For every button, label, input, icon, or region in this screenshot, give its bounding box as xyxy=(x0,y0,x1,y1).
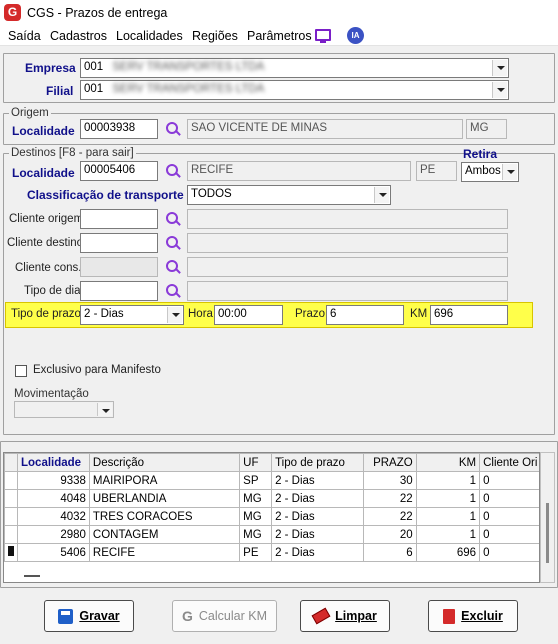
cliente-destino-name xyxy=(187,233,508,253)
cliente-origem-label: Cliente origem xyxy=(9,213,84,225)
horizontal-scrollbar[interactable] xyxy=(24,575,40,577)
filial-name: SERV TRANSPORTES LTDA xyxy=(112,83,265,95)
search-icon[interactable] xyxy=(165,121,181,137)
exclusivo-checkbox[interactable] xyxy=(15,365,27,377)
prazo-input[interactable]: 6 xyxy=(326,305,404,325)
col-uf[interactable]: UF xyxy=(239,453,273,472)
save-icon xyxy=(58,608,74,624)
search-icon[interactable] xyxy=(165,211,181,227)
table-row-selected[interactable]: 5406 RECIFE PE 2 - Dias 6 696 0 xyxy=(4,543,539,562)
cliente-cons-label: Cliente cons. xyxy=(15,262,82,274)
filial-label: Filial xyxy=(46,84,74,98)
table-row[interactable]: 2980 CONTAGEM MG 2 - Dias 20 1 0 xyxy=(4,525,539,544)
km-label: KM xyxy=(410,308,428,320)
ia-icon[interactable]: IA xyxy=(347,27,364,44)
empresa-label: Empresa xyxy=(25,61,76,75)
cliente-destino-label: Cliente destino xyxy=(7,237,84,249)
origem-title: Origem xyxy=(9,107,51,119)
km-input[interactable]: 696 xyxy=(430,305,508,325)
eraser-icon xyxy=(311,607,331,625)
trash-icon xyxy=(443,608,456,624)
chevron-down-icon[interactable] xyxy=(167,307,182,323)
tipo-dia-label: Tipo de dia xyxy=(24,285,81,297)
filial-select[interactable]: 001 SERV TRANSPORTES LTDA xyxy=(80,80,509,100)
tipo-dia-input[interactable] xyxy=(80,281,158,301)
menu-parametros[interactable]: Parâmetros xyxy=(247,29,312,43)
chevron-down-icon[interactable] xyxy=(492,60,507,76)
menu-saida[interactable]: Saída xyxy=(8,29,41,43)
search-icon[interactable] xyxy=(165,163,181,179)
row-selector-icon xyxy=(4,543,18,562)
destino-localidade-label: Localidade xyxy=(12,166,75,180)
movimentacao-label: Movimentação xyxy=(14,388,89,400)
window-title: CGS - Prazos de entrega xyxy=(27,6,168,20)
limpar-button[interactable]: Limpar xyxy=(300,600,390,632)
cliente-cons-name xyxy=(187,257,508,277)
chevron-down-icon[interactable] xyxy=(492,82,507,98)
app-logo-icon: G xyxy=(4,4,21,21)
tipo-prazo-label: Tipo de prazo xyxy=(11,308,81,320)
exclusivo-label: Exclusivo para Manifesto xyxy=(33,364,161,376)
chevron-down-icon[interactable] xyxy=(97,403,112,416)
hora-label: Hora xyxy=(188,308,213,320)
destino-code-input[interactable]: 00005406 xyxy=(80,161,158,181)
origem-city-field: SAO VICENTE DE MINAS xyxy=(187,119,463,139)
classificacao-label: Classificação de transporte xyxy=(27,188,184,202)
destino-city-field: RECIFE xyxy=(187,161,411,181)
hora-input[interactable]: 00:00 xyxy=(214,305,283,325)
table-row[interactable]: 9338 MAIRIPORA SP 2 - Dias 30 1 0 xyxy=(4,471,539,490)
menu-regioes[interactable]: Regiões xyxy=(192,29,238,43)
empresa-select[interactable]: 001 SERV TRANSPORTES LTDA xyxy=(80,58,509,78)
menu-bar: Saída Cadastros Localidades Regiões Parâ… xyxy=(0,26,558,46)
google-icon: G xyxy=(182,608,193,624)
calcular-km-button[interactable]: G Calcular KM xyxy=(172,600,277,632)
destino-uf-field: PE xyxy=(416,161,457,181)
empresa-name: SERV TRANSPORTES LTDA xyxy=(112,61,265,73)
search-icon[interactable] xyxy=(165,235,181,251)
search-icon[interactable] xyxy=(165,283,181,299)
col-tipo-prazo[interactable]: Tipo de prazo xyxy=(271,453,364,472)
col-prazo[interactable]: PRAZO xyxy=(362,453,417,472)
col-km[interactable]: KM xyxy=(415,453,481,472)
col-cliente-ori[interactable]: Cliente Ori xyxy=(479,453,539,472)
chevron-down-icon[interactable] xyxy=(502,164,517,180)
origem-code-input[interactable]: 00003938 xyxy=(80,119,158,139)
movimentacao-select[interactable] xyxy=(14,401,114,418)
chevron-down-icon[interactable] xyxy=(374,187,389,203)
tipo-prazo-select[interactable]: 2 - Dias xyxy=(80,305,184,325)
table-row[interactable]: 4032 TRES CORACOES MG 2 - Dias 22 1 0 xyxy=(4,507,539,526)
results-table: Localidade Descrição UF Tipo de prazo PR… xyxy=(3,452,540,583)
menu-localidades[interactable]: Localidades xyxy=(116,29,183,43)
col-descricao[interactable]: Descrição xyxy=(88,453,241,472)
destinos-title: Destinos [F8 - para sair] xyxy=(9,147,136,159)
gravar-button[interactable]: Gravar xyxy=(44,600,134,632)
monitor-icon[interactable] xyxy=(315,29,331,43)
cliente-origem-input[interactable] xyxy=(80,209,158,229)
menu-cadastros[interactable]: Cadastros xyxy=(50,29,107,43)
scroll-thumb[interactable] xyxy=(546,503,549,563)
classificacao-select[interactable]: TODOS xyxy=(187,185,391,205)
prazo-label: Prazo xyxy=(295,308,326,320)
tipo-dia-name xyxy=(187,281,508,301)
cliente-cons-input[interactable] xyxy=(80,257,158,277)
cliente-destino-input[interactable] xyxy=(80,233,158,253)
vertical-scrollbar[interactable] xyxy=(540,452,555,583)
table-row[interactable]: 4048 UBERLANDIA MG 2 - Dias 22 1 0 xyxy=(4,489,539,508)
retira-select[interactable]: Ambos xyxy=(461,162,519,182)
search-icon[interactable] xyxy=(165,259,181,275)
origem-uf-field: MG xyxy=(466,119,507,139)
col-localidade[interactable]: Localidade xyxy=(17,453,90,472)
origem-localidade-label: Localidade xyxy=(12,124,75,138)
cliente-origem-name xyxy=(187,209,508,229)
excluir-button[interactable]: Excluir xyxy=(428,600,518,632)
retira-label: Retira xyxy=(463,147,498,161)
